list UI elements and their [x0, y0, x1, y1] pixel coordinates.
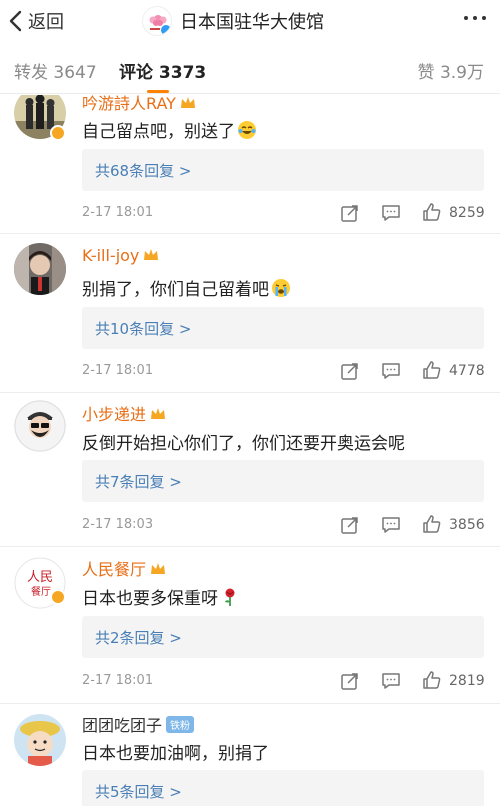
vip-crown-icon	[151, 563, 166, 574]
avatar-image	[14, 400, 66, 452]
comment-timestamp: 2-17 18:03	[82, 517, 154, 532]
back-button[interactable]: 返回	[8, 6, 64, 36]
comment-icon	[382, 517, 400, 533]
comment-text: 自己留点吧，别送了	[82, 117, 257, 142]
more-options-icon[interactable]	[464, 16, 486, 20]
tab-comments[interactable]: 评论 3373	[119, 58, 206, 83]
view-replies-button[interactable]: 共10条回复 >	[82, 307, 484, 349]
view-replies-button[interactable]: 共7条回复 >	[82, 460, 484, 502]
comment-timestamp: 2-17 18:01	[82, 363, 154, 378]
crying-laughing-emoji-icon	[238, 121, 256, 139]
share-button[interactable]	[340, 361, 360, 381]
view-replies-button[interactable]: 共68条回复 >	[82, 149, 484, 191]
tab-likes[interactable]: 赞 3.9万	[418, 58, 484, 83]
reply-button[interactable]	[381, 203, 401, 223]
active-tab-indicator	[147, 90, 169, 93]
avatar-text-top: 人民	[27, 570, 53, 585]
rose-emoji-icon	[225, 588, 235, 606]
like-count: 3856	[449, 517, 485, 533]
tab-bar: 转发 3647 评论 3373 赞 3.9万	[0, 44, 500, 94]
like-count: 8259	[449, 205, 485, 221]
comment-divider	[0, 392, 500, 393]
like-button[interactable]	[422, 360, 442, 380]
avatar-text-bottom: 餐厅	[31, 585, 51, 598]
view-replies-button[interactable]: 共5条回复 >	[82, 770, 484, 806]
user-avatar[interactable]	[14, 243, 66, 295]
avatar-image	[14, 243, 66, 295]
comment-text: 反倒开始担心你们了，你们还要开奥运会呢	[82, 434, 405, 454]
comment-timestamp: 2-17 18:01	[82, 673, 154, 688]
like-button[interactable]	[422, 514, 442, 534]
reply-button[interactable]	[381, 515, 401, 535]
comment-icon	[382, 673, 400, 689]
comment-timestamp: 2-17 18:01	[82, 205, 154, 220]
share-button[interactable]	[340, 671, 360, 691]
comment-username[interactable]: 吟游詩人RAY	[82, 95, 196, 114]
verified-user-icon	[50, 125, 66, 141]
reply-button[interactable]	[381, 361, 401, 381]
comment-text: 日本也要加油啊，别捐了	[82, 744, 269, 764]
share-button[interactable]	[340, 515, 360, 535]
share-icon	[341, 205, 358, 222]
comment-icon	[382, 205, 400, 221]
like-count: 4778	[449, 363, 485, 379]
account-header[interactable]: 日本国驻华大使馆	[142, 4, 324, 38]
thumbs-up-icon	[423, 515, 441, 533]
fan-badge: 铁粉	[166, 716, 195, 733]
comment-divider	[0, 703, 500, 704]
like-button[interactable]	[422, 202, 442, 222]
vip-crown-icon	[180, 97, 195, 108]
loudly-crying-emoji-icon	[272, 279, 290, 297]
comment-username[interactable]: 人民餐厅	[82, 556, 166, 580]
comment-divider	[0, 233, 500, 234]
comment-divider	[0, 546, 500, 547]
verified-user-icon	[50, 589, 66, 605]
user-avatar[interactable]	[14, 714, 66, 766]
thumbs-up-icon	[423, 361, 441, 379]
share-icon	[341, 363, 358, 380]
vip-crown-icon	[151, 408, 166, 419]
user-avatar[interactable]	[14, 400, 66, 452]
comment-text: 日本也要多保重呀	[82, 584, 240, 609]
comment-text: 别捐了，你们自己留着吧	[82, 275, 291, 300]
top-nav-bar: 返回 日本国驻华大使馆	[0, 0, 500, 44]
thumbs-up-icon	[423, 203, 441, 221]
view-replies-button[interactable]: 共2条回复 >	[82, 616, 484, 658]
like-button[interactable]	[422, 670, 442, 690]
like-count: 2819	[449, 673, 485, 689]
back-label: 返回	[28, 12, 64, 33]
chevron-left-icon	[9, 10, 22, 32]
avatar-image	[14, 714, 66, 766]
account-avatar	[142, 6, 172, 36]
thumbs-up-icon	[423, 671, 441, 689]
comment-username[interactable]: 小步递进	[82, 401, 166, 425]
page-title: 日本国驻华大使馆	[180, 12, 324, 33]
comment-username[interactable]: 团团吃团子 铁粉	[82, 712, 195, 736]
share-button[interactable]	[340, 203, 360, 223]
comment-username[interactable]: K-ill-joy	[82, 246, 159, 265]
share-icon	[341, 673, 358, 690]
comment-icon	[382, 363, 400, 379]
reply-button[interactable]	[381, 671, 401, 691]
tab-reposts[interactable]: 转发 3647	[14, 58, 97, 83]
comment-list: 吟游詩人RAY 自己留点吧，别送了 共68条回复 > 2-17 18:01 82…	[0, 95, 500, 806]
share-icon	[341, 517, 358, 534]
vip-crown-icon	[144, 249, 159, 260]
verified-badge-icon	[160, 24, 171, 35]
